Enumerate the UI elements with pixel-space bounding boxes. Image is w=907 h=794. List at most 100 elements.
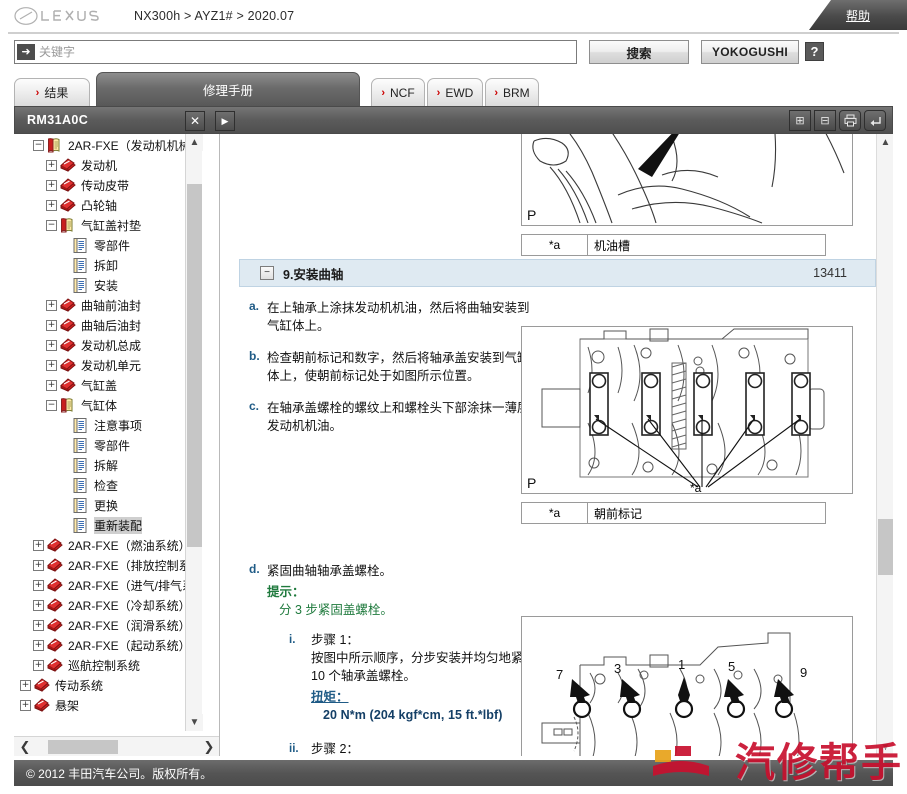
tree-hscrollbar-thumb[interactable] bbox=[48, 739, 118, 754]
tree-item[interactable]: 拆解 bbox=[14, 455, 202, 475]
tree-item[interactable]: +2AR-FXE（排放控制系 bbox=[14, 555, 202, 575]
tree-item[interactable]: +2AR-FXE（起动系统） bbox=[14, 635, 202, 655]
tree-item[interactable]: − 气缸盖衬垫 bbox=[14, 215, 202, 235]
tree-expand-icon[interactable]: + bbox=[20, 699, 31, 711]
document-icon bbox=[73, 417, 87, 433]
tree-expand-icon[interactable]: + bbox=[46, 339, 57, 351]
content-scroll-down-icon[interactable]: ▼ bbox=[877, 739, 893, 756]
book-icon bbox=[34, 677, 50, 692]
tree-item[interactable]: +2AR-FXE（冷却系统） bbox=[14, 595, 202, 615]
content-scroll-up-icon[interactable]: ▲ bbox=[877, 134, 893, 151]
tree-item[interactable]: 更换 bbox=[14, 495, 202, 515]
step-d-hint-text: 分 3 步紧固盖螺栓。 bbox=[279, 603, 393, 617]
content-vertical-scrollbar[interactable]: ▲ ▼ bbox=[876, 134, 893, 756]
tree-collapse-icon[interactable]: − bbox=[46, 399, 57, 411]
tree-item[interactable]: + 发动机总成 bbox=[14, 335, 202, 355]
tree-expand-icon[interactable]: + bbox=[46, 359, 57, 371]
tree-expand-icon[interactable]: + bbox=[33, 619, 44, 631]
tree-expand-icon[interactable]: + bbox=[46, 379, 57, 391]
tree-expand-icon[interactable]: + bbox=[33, 639, 44, 651]
tree-collapse-icon[interactable]: − bbox=[46, 219, 57, 231]
tree-item[interactable]: + 传动系统 bbox=[14, 675, 202, 695]
tab-ewd[interactable]: › EWD bbox=[427, 78, 483, 106]
tree-item[interactable]: + 气缸盖 bbox=[14, 375, 202, 395]
tree-expand-icon[interactable]: + bbox=[46, 199, 57, 211]
tree-item[interactable]: 检查 bbox=[14, 475, 202, 495]
tree-scroll-left-icon[interactable]: ❮ bbox=[14, 738, 36, 756]
content-scrollbar-thumb[interactable] bbox=[878, 519, 893, 575]
tree-item[interactable]: 零部件 bbox=[14, 235, 202, 255]
tree-item[interactable]: 拆卸 bbox=[14, 255, 202, 275]
tree-horizontal-scrollbar[interactable]: ❮ ❯ bbox=[14, 736, 219, 756]
document-icon bbox=[73, 477, 87, 493]
tree-item[interactable]: +2AR-FXE（润滑系统） bbox=[14, 615, 202, 635]
copyright-text: © 2012 丰田汽车公司。版权所有。 bbox=[26, 766, 213, 781]
tab-brm[interactable]: › BRM bbox=[485, 78, 539, 106]
tree-expand-icon[interactable]: + bbox=[46, 159, 57, 171]
tree-expand-icon[interactable]: + bbox=[33, 579, 44, 591]
book-icon bbox=[60, 357, 77, 373]
section-collapse-icon[interactable]: − bbox=[260, 266, 274, 280]
tree-collapse-icon[interactable]: − bbox=[33, 139, 44, 151]
panel-expand-icon[interactable]: ▶ bbox=[215, 111, 235, 131]
arrow-right-icon[interactable]: ➜ bbox=[17, 44, 35, 60]
document-icon bbox=[73, 497, 90, 513]
tree-expand-icon[interactable]: + bbox=[33, 559, 44, 571]
tree-expand-icon[interactable]: + bbox=[46, 179, 57, 191]
tree-item[interactable]: + 发动机单元 bbox=[14, 355, 202, 375]
expand-all-button[interactable]: ⊞ bbox=[789, 110, 811, 131]
tree-expand-icon[interactable]: + bbox=[46, 299, 57, 311]
search-help-icon[interactable]: ? bbox=[805, 42, 824, 61]
tree-item[interactable]: − 2AR-FXE（发动机机械 bbox=[14, 135, 202, 155]
tree-expand-icon[interactable]: + bbox=[20, 679, 31, 691]
tree-item[interactable]: + 凸轮轴 bbox=[14, 195, 202, 215]
book-icon bbox=[60, 297, 77, 313]
tree-item[interactable]: + 巡航控制系统 bbox=[14, 655, 202, 675]
tree-scrollbar-thumb[interactable] bbox=[187, 184, 202, 547]
tree-item[interactable]: + 传动皮带 bbox=[14, 175, 202, 195]
search-button[interactable]: 搜索 bbox=[589, 40, 689, 64]
substep-i-title: 步骤 1： bbox=[311, 633, 359, 647]
close-icon[interactable]: ✕ bbox=[185, 111, 205, 131]
tree-scroll-right-icon[interactable]: ❯ bbox=[198, 738, 219, 756]
tree-scroll-up-icon[interactable]: ▲ bbox=[186, 134, 203, 151]
tree-item[interactable]: 安装 bbox=[14, 275, 202, 295]
search-input[interactable] bbox=[35, 42, 576, 62]
print-button[interactable] bbox=[839, 110, 861, 131]
figure-front-mark-caption: *a 朝前标记 bbox=[521, 502, 826, 524]
tree-item[interactable]: +2AR-FXE（燃油系统） bbox=[14, 535, 202, 555]
tree-item[interactable]: 重新装配 bbox=[14, 515, 202, 535]
tree-item[interactable]: 零部件 bbox=[14, 435, 202, 455]
tab-repair-manual[interactable]: 修理手册 bbox=[96, 72, 360, 106]
tree-item[interactable]: − 气缸体 bbox=[14, 395, 202, 415]
tree-item[interactable]: + 曲轴前油封 bbox=[14, 295, 202, 315]
tree-expand-icon[interactable]: + bbox=[33, 539, 44, 551]
tree-item[interactable]: + 发动机 bbox=[14, 155, 202, 175]
collapse-all-button[interactable]: ⊟ bbox=[814, 110, 836, 131]
procedure-step-d: d. 紧固曲轴轴承盖螺栓。 提示： 分 3 步紧固盖螺栓。 i. 步骤 1： 按… bbox=[239, 562, 539, 756]
tree-scroll-down-icon[interactable]: ▼ bbox=[186, 714, 203, 731]
tree-expand-icon[interactable]: + bbox=[46, 319, 57, 331]
figure-front-mark-drawing bbox=[541, 328, 825, 488]
tree-expand-icon[interactable]: + bbox=[33, 659, 44, 671]
help-button[interactable]: 帮助 bbox=[809, 0, 907, 30]
document-icon bbox=[73, 517, 90, 533]
tab-results[interactable]: › 结果 bbox=[14, 78, 90, 106]
book-icon bbox=[47, 597, 63, 612]
tree-item[interactable]: + 悬架 bbox=[14, 695, 202, 715]
tree-expand-icon[interactable]: + bbox=[33, 599, 44, 611]
tree-item-label: 发动机 bbox=[81, 158, 118, 173]
yokogushi-button[interactable]: YOKOGUSHI bbox=[701, 40, 799, 64]
tree-item[interactable]: 注意事项 bbox=[14, 415, 202, 435]
tree-vertical-scrollbar[interactable]: ▲ ▼ bbox=[185, 134, 203, 731]
tab-ncf[interactable]: › NCF bbox=[371, 78, 425, 106]
tree-hscroll-track[interactable] bbox=[36, 739, 198, 754]
back-button[interactable] bbox=[864, 110, 886, 131]
navigation-tree[interactable]: −2AR-FXE（发动机机械 + 发动机 + 传动皮带 + 凸轮轴 − 气缸盖衬垫 零部件 拆卸 安装… bbox=[14, 134, 202, 731]
chevron-right-icon: › bbox=[35, 86, 40, 99]
tree-item[interactable]: + 曲轴后油封 bbox=[14, 315, 202, 335]
section-header[interactable]: − 9.安装曲轴 13411 bbox=[239, 259, 876, 287]
book-icon bbox=[34, 677, 51, 693]
tree-item[interactable]: +2AR-FXE（进气/排气系 bbox=[14, 575, 202, 595]
tab-repair-manual-label: 修理手册 bbox=[202, 84, 253, 98]
